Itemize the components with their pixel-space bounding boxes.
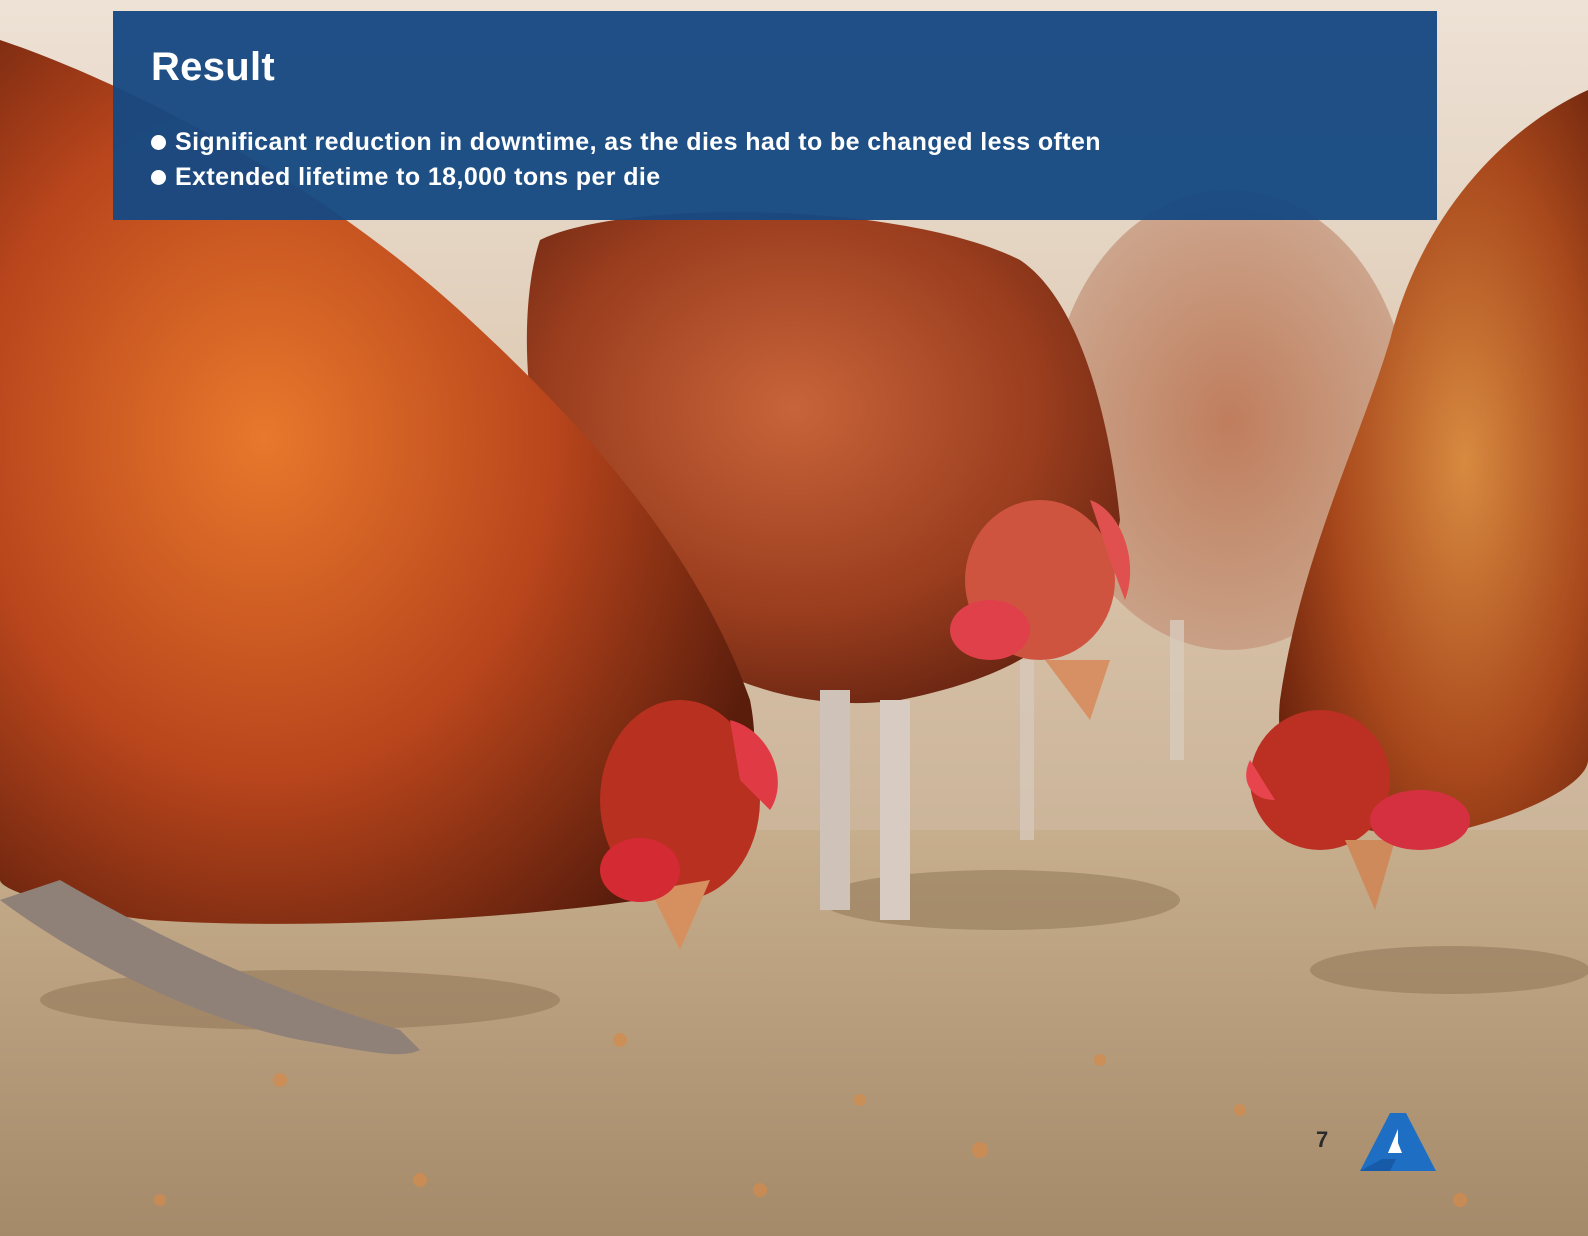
- result-list: Significant reduction in downtime, as th…: [151, 125, 1399, 195]
- list-item-text: Extended lifetime to 18,000 tons per die: [175, 163, 661, 191]
- page-number: 7: [1316, 1127, 1329, 1152]
- list-item-text: Significant reduction in downtime, as th…: [175, 128, 1101, 156]
- result-title: Result: [151, 45, 276, 89]
- result-panel: Result Significant reduction in downtime…: [113, 11, 1437, 220]
- bullet-icon: [151, 170, 166, 185]
- list-item: Extended lifetime to 18,000 tons per die: [151, 160, 1399, 195]
- list-item: Significant reduction in downtime, as th…: [151, 125, 1399, 160]
- company-triangle-logo-icon: [1360, 1113, 1436, 1171]
- bullet-icon: [151, 135, 166, 150]
